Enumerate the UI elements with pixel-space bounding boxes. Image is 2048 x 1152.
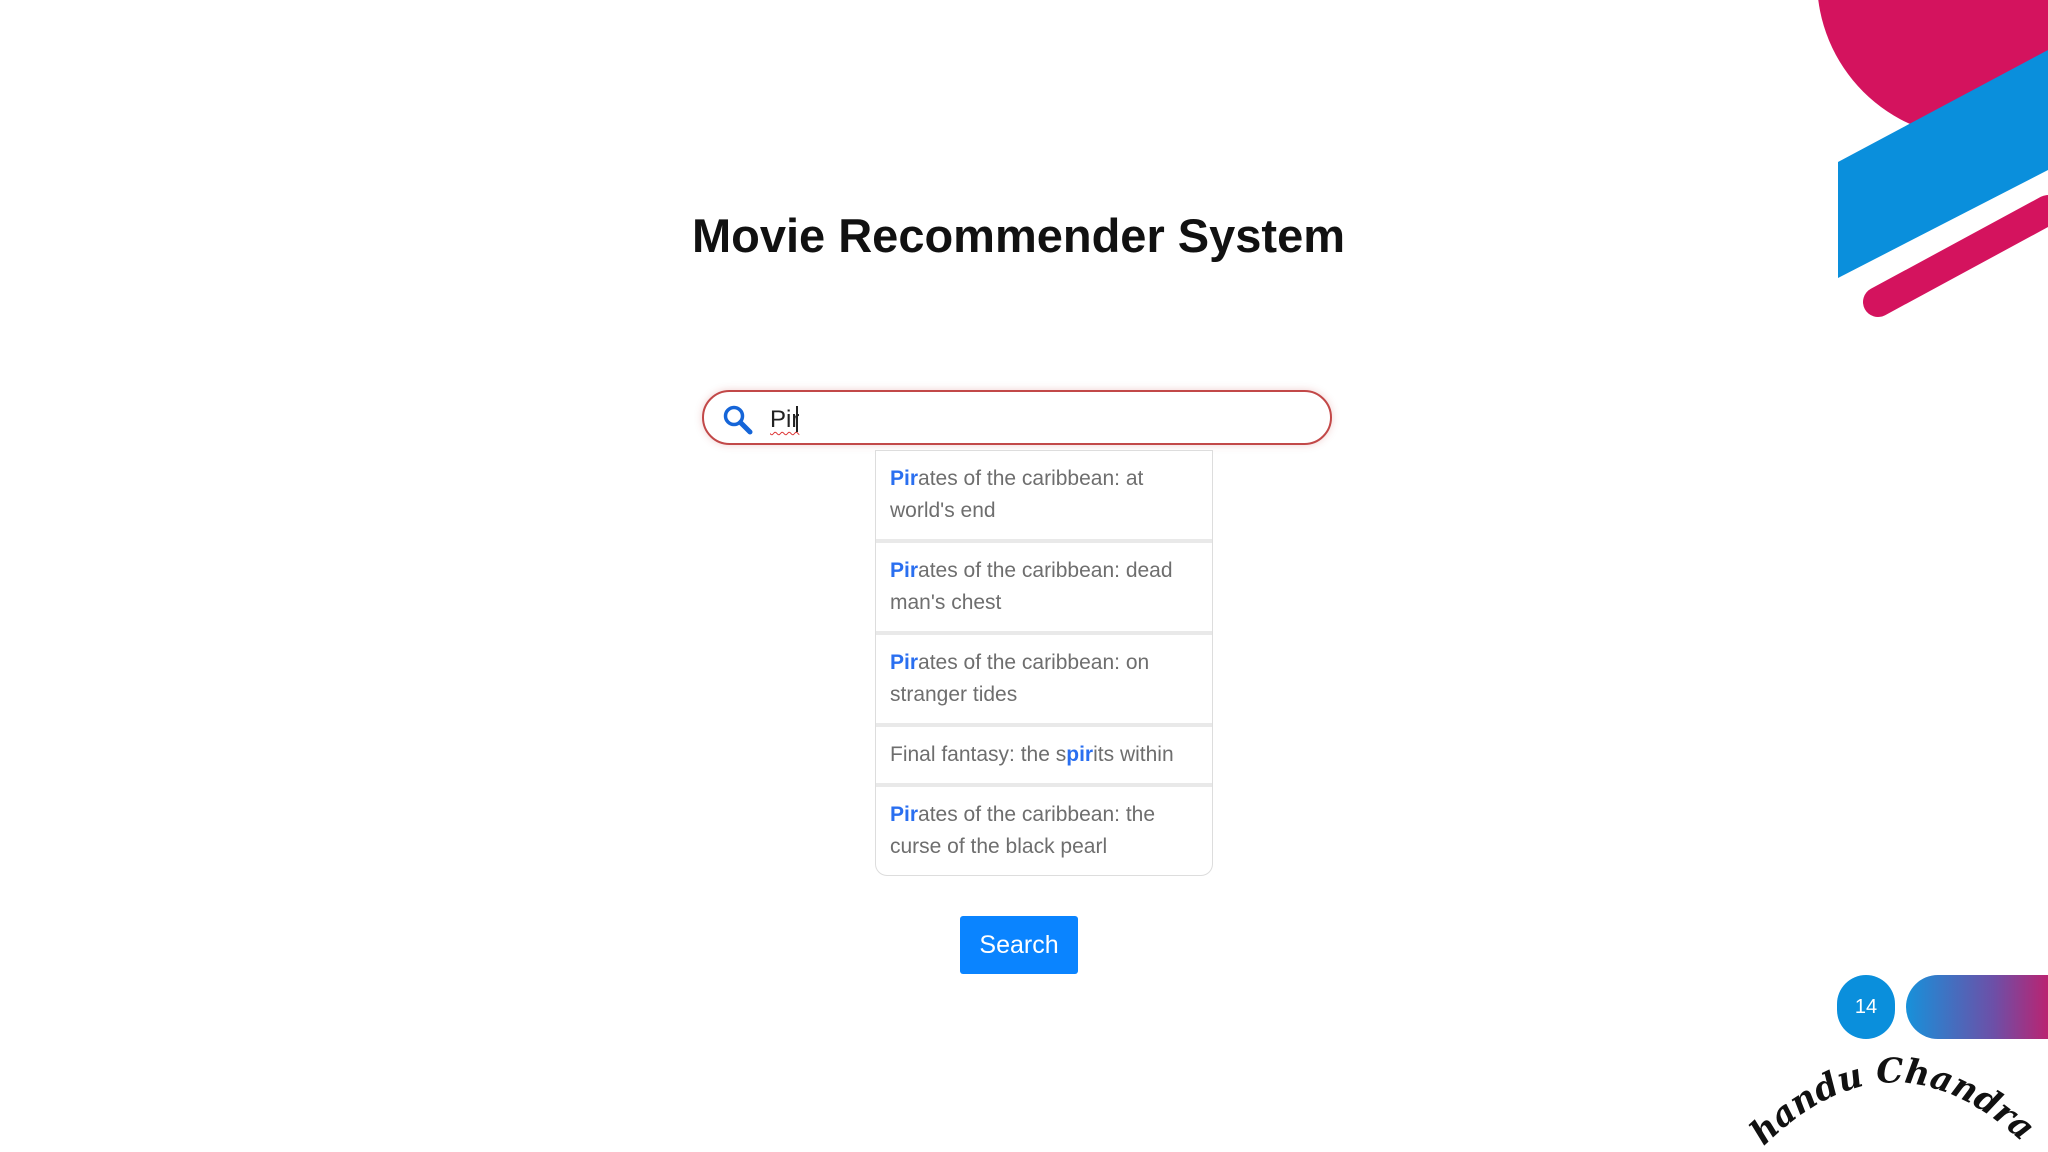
suggestion-match: Pir: [890, 559, 919, 582]
suggestion-list: Pirates of the caribbean: at world's end…: [875, 450, 1213, 876]
suggestion-text-before: Final fantasy: the s: [890, 743, 1067, 766]
suggestion-match: Pir: [890, 467, 919, 490]
signature-logo: Chandu Chandran: [1740, 1030, 2040, 1152]
decorative-shapes: [1818, 0, 2048, 317]
suggestion-text: ates of the caribbean: on stranger tides: [890, 651, 1150, 706]
suggestion-text: ates of the caribbean: the curse of the …: [890, 803, 1156, 858]
search-icon: [723, 405, 753, 435]
suggestion-item[interactable]: Pirates of the caribbean: the curse of t…: [876, 787, 1212, 875]
suggestion-item[interactable]: Pirates of the caribbean: at world's end: [876, 451, 1212, 543]
suggestion-match: pir: [1066, 743, 1094, 766]
svg-text:Chandu Chandran: Chandu Chandran: [1740, 1030, 2040, 1152]
suggestion-match: Pir: [890, 803, 919, 826]
suggestion-text: ates of the caribbean: dead man's chest: [890, 559, 1173, 614]
page-title: Movie Recommender System: [691, 209, 1346, 262]
search-input-value[interactable]: Pir: [770, 406, 799, 434]
suggestion-text: its within: [1093, 743, 1174, 766]
suggestion-text: ates of the caribbean: at world's end: [890, 467, 1144, 522]
suggestion-match: Pir: [890, 651, 919, 674]
suggestion-item[interactable]: Pirates of the caribbean: dead man's che…: [876, 543, 1212, 635]
suggestion-item[interactable]: Pirates of the caribbean: on stranger ti…: [876, 635, 1212, 727]
text-cursor: [796, 406, 798, 432]
suggestion-item[interactable]: Final fantasy: the spirits within: [876, 727, 1212, 787]
search-button[interactable]: Search: [960, 916, 1078, 974]
